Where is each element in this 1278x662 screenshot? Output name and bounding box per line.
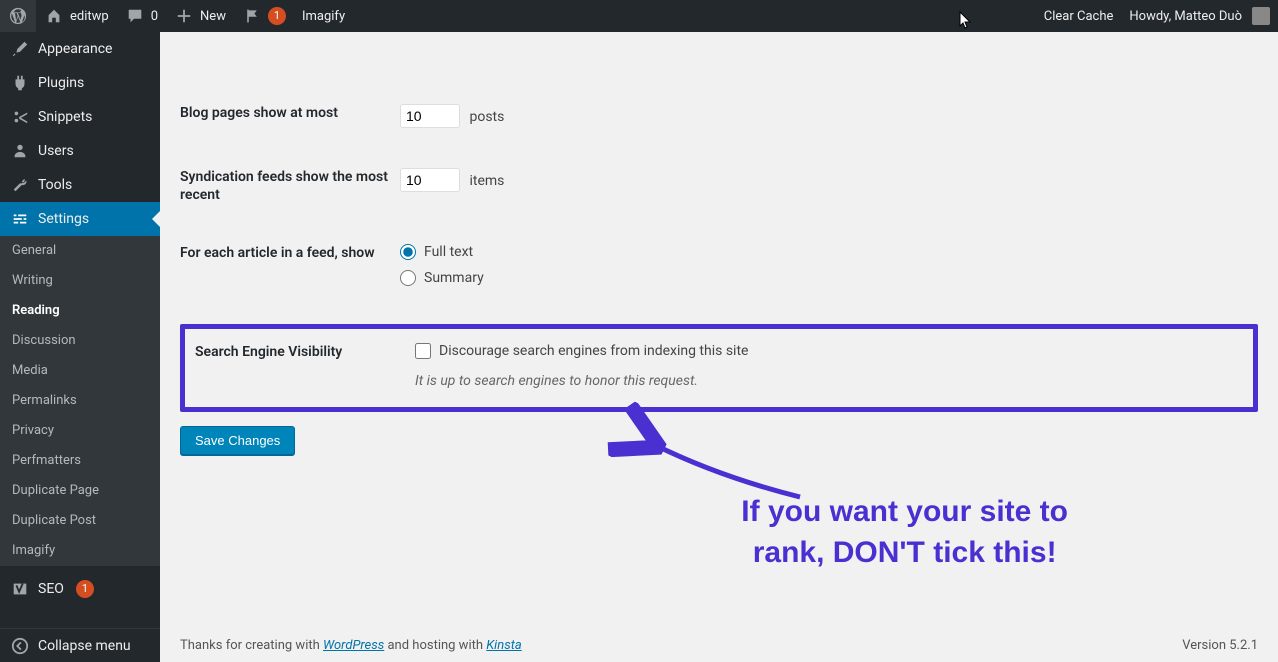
scissors-icon bbox=[10, 107, 30, 127]
my-account-link[interactable]: Howdy, Matteo Duò bbox=[1121, 0, 1278, 32]
home-icon bbox=[44, 6, 64, 26]
settings-submenu: General Writing Reading Discussion Media… bbox=[0, 236, 160, 566]
site-name-label: editwp bbox=[70, 9, 109, 24]
row-feed-show: For each article in a feed, show Full te… bbox=[180, 232, 1258, 308]
sidebar-item-tools[interactable]: Tools bbox=[0, 168, 160, 202]
comment-icon bbox=[125, 6, 145, 26]
howdy-label: Howdy, Matteo Duò bbox=[1129, 9, 1242, 24]
clear-cache-link[interactable]: Clear Cache bbox=[1036, 0, 1122, 32]
collapse-label: Collapse menu bbox=[38, 638, 131, 654]
avatar bbox=[1252, 7, 1270, 25]
label-syndication: Syndication feeds show the most recent bbox=[180, 168, 400, 204]
sidebar-label: Appearance bbox=[38, 41, 112, 57]
label-feed-show: For each article in a feed, show bbox=[180, 244, 400, 296]
submenu-writing[interactable]: Writing bbox=[0, 266, 160, 296]
seo-count-badge: 1 bbox=[76, 580, 94, 598]
annotation-text: If you want your site to rank, DON'T tic… bbox=[741, 492, 1068, 573]
submenu-privacy[interactable]: Privacy bbox=[0, 416, 160, 446]
mouse-cursor bbox=[959, 11, 973, 33]
brush-icon bbox=[10, 39, 30, 59]
submenu-discussion[interactable]: Discussion bbox=[0, 326, 160, 356]
label-posts-per-page: Blog pages show at most bbox=[180, 104, 400, 128]
radio-summary-wrapper[interactable]: Summary bbox=[400, 270, 1258, 286]
checkbox-discourage-wrapper[interactable]: Discourage search engines from indexing … bbox=[415, 343, 1243, 359]
radio-summary[interactable] bbox=[400, 270, 416, 286]
submenu-duplicate-page[interactable]: Duplicate Page bbox=[0, 476, 160, 506]
submenu-permalinks[interactable]: Permalinks bbox=[0, 386, 160, 416]
radio-full-text-label: Full text bbox=[424, 244, 473, 260]
wrench-icon bbox=[10, 175, 30, 195]
suffix-posts: posts bbox=[469, 109, 504, 125]
admin-toolbar: editwp 0 New 1 Imagify Clear Cache bbox=[0, 0, 1278, 32]
annotation-line1: If you want your site to bbox=[741, 492, 1068, 533]
wp-logo[interactable] bbox=[0, 0, 36, 32]
radio-full-text[interactable] bbox=[400, 244, 416, 260]
submenu-media[interactable]: Media bbox=[0, 356, 160, 386]
imagify-label: Imagify bbox=[302, 9, 345, 24]
label-search-visibility: Search Engine Visibility bbox=[195, 343, 415, 389]
settings-reading-page: Blog pages show at most posts Syndicatio… bbox=[160, 32, 1278, 662]
admin-footer: Thanks for creating with WordPress and h… bbox=[160, 628, 1278, 662]
input-syndication[interactable] bbox=[400, 168, 460, 192]
wordpress-icon bbox=[8, 6, 28, 26]
sidebar-label: Users bbox=[38, 143, 74, 159]
flag-icon bbox=[242, 6, 262, 26]
suffix-items: items bbox=[469, 173, 504, 189]
save-changes-button[interactable]: Save Changes bbox=[180, 426, 295, 455]
search-visibility-highlight: Search Engine Visibility Discourage sear… bbox=[180, 324, 1258, 412]
footer-kinsta-link[interactable]: Kinsta bbox=[486, 638, 521, 653]
sidebar-label: SEO bbox=[38, 581, 64, 597]
comments-count-label: 0 bbox=[151, 9, 158, 24]
submenu-duplicate-post[interactable]: Duplicate Post bbox=[0, 506, 160, 536]
sidebar-item-settings[interactable]: Settings bbox=[0, 202, 160, 236]
sidebar-item-seo[interactable]: SEO 1 bbox=[0, 572, 160, 606]
visibility-note: It is up to search engines to honor this… bbox=[415, 373, 1243, 389]
sliders-icon bbox=[10, 209, 30, 229]
footer-version: Version 5.2.1 bbox=[1182, 638, 1258, 653]
plugin-icon bbox=[10, 73, 30, 93]
sidebar-label: Settings bbox=[38, 211, 89, 227]
annotation-line2: rank, DON'T tick this! bbox=[741, 533, 1068, 574]
sidebar-item-users[interactable]: Users bbox=[0, 134, 160, 168]
notif-count-badge: 1 bbox=[268, 7, 286, 25]
footer-prefix: Thanks for creating with bbox=[180, 638, 323, 653]
input-posts-per-page[interactable] bbox=[400, 104, 460, 128]
sidebar-label: Snippets bbox=[38, 109, 92, 125]
submenu-perfmatters[interactable]: Perfmatters bbox=[0, 446, 160, 476]
yoast-icon bbox=[10, 579, 30, 599]
checkbox-discourage-label: Discourage search engines from indexing … bbox=[439, 343, 748, 359]
admin-sidebar: Appearance Plugins Snippets Users Tools … bbox=[0, 32, 160, 662]
sidebar-item-plugins[interactable]: Plugins bbox=[0, 66, 160, 100]
new-content-link[interactable]: New bbox=[166, 0, 234, 32]
sidebar-item-appearance[interactable]: Appearance bbox=[0, 32, 160, 66]
collapse-menu[interactable]: Collapse menu bbox=[0, 628, 160, 662]
sidebar-label: Tools bbox=[38, 177, 72, 193]
imagify-link[interactable]: Imagify bbox=[294, 0, 353, 32]
collapse-icon bbox=[10, 636, 30, 656]
submenu-reading[interactable]: Reading bbox=[0, 296, 160, 326]
submenu-general[interactable]: General bbox=[0, 236, 160, 266]
sidebar-item-snippets[interactable]: Snippets bbox=[0, 100, 160, 134]
notifications-link[interactable]: 1 bbox=[234, 0, 294, 32]
footer-thanks: Thanks for creating with WordPress and h… bbox=[180, 638, 522, 653]
row-posts-per-page: Blog pages show at most posts bbox=[180, 92, 1258, 140]
row-syndication: Syndication feeds show the most recent i… bbox=[180, 156, 1258, 216]
checkbox-discourage[interactable] bbox=[415, 343, 431, 359]
clear-cache-label: Clear Cache bbox=[1044, 9, 1114, 24]
comments-link[interactable]: 0 bbox=[117, 0, 166, 32]
plus-icon bbox=[174, 6, 194, 26]
footer-wordpress-link[interactable]: WordPress bbox=[323, 638, 384, 653]
site-name-link[interactable]: editwp bbox=[36, 0, 117, 32]
footer-mid: and hosting with bbox=[384, 638, 486, 653]
new-label: New bbox=[200, 9, 226, 24]
sidebar-label: Plugins bbox=[38, 75, 84, 91]
user-icon bbox=[10, 141, 30, 161]
submenu-imagify[interactable]: Imagify bbox=[0, 536, 160, 566]
radio-summary-label: Summary bbox=[424, 270, 484, 286]
radio-full-text-wrapper[interactable]: Full text bbox=[400, 244, 1258, 260]
